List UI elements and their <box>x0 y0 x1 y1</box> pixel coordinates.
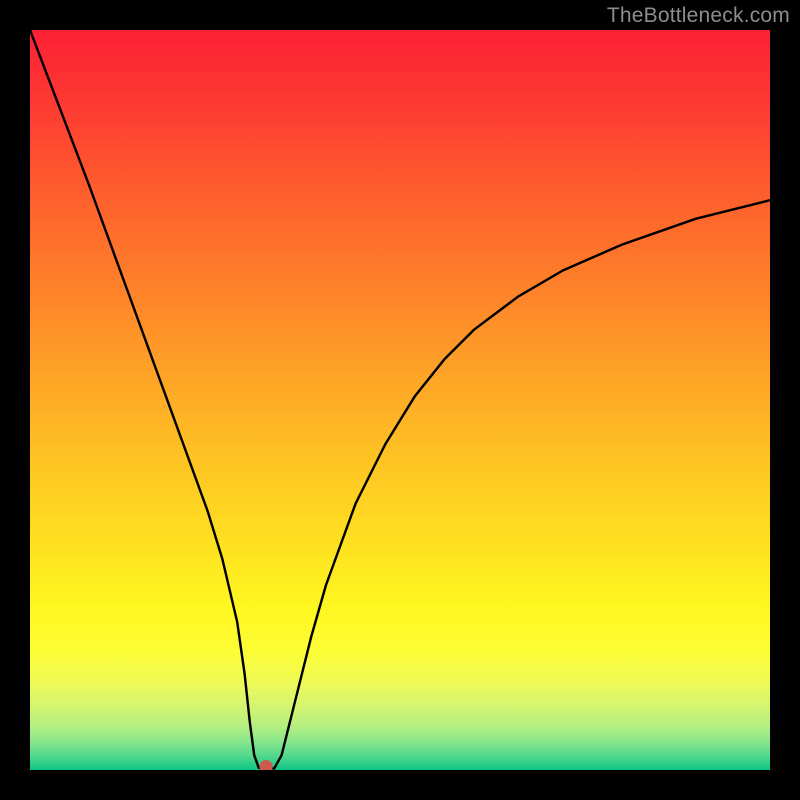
chart-svg <box>30 30 770 770</box>
bottleneck-curve <box>30 30 770 769</box>
chart-stage: TheBottleneck.com <box>0 0 800 800</box>
optimal-point-marker <box>259 760 272 770</box>
watermark-text: TheBottleneck.com <box>607 4 790 28</box>
